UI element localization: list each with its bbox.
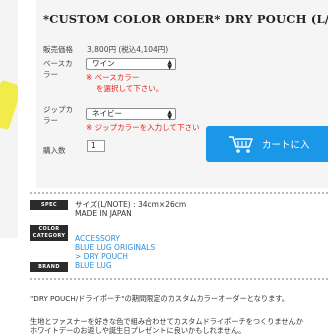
zipper-color-selected: ネイビー	[92, 109, 122, 118]
select-arrows-icon: ▲ ▼	[167, 109, 172, 121]
spec-origin: MADE IN JAPAN	[75, 209, 132, 218]
quantity-input[interactable]: 1	[87, 140, 105, 152]
zipper-color-label-line1: ジップカ	[43, 105, 73, 114]
zipper-color-label: ジップカ ラー	[43, 104, 81, 126]
category-link-blue-lug-originals[interactable]: BLUE LUG ORIGINALS	[75, 243, 155, 252]
zipper-color-label-line2: ラー	[43, 116, 58, 125]
description-line-3: ホワイトデーのお返しや誕生日プレゼントに良いかもしれません。	[30, 326, 246, 334]
base-color-error-line1: ※ ベースカラー	[86, 73, 140, 82]
shopping-cart-icon	[228, 134, 254, 158]
brand-link[interactable]: BLUE LUG	[75, 261, 112, 270]
category-tag: COLOR CATEGORY	[30, 225, 68, 241]
base-color-label-line2: ラー	[43, 70, 58, 79]
divider	[30, 278, 328, 280]
price-label: 販売価格	[43, 45, 73, 54]
add-to-cart-button[interactable]: カートに入	[206, 126, 328, 162]
product-image-yellow-pouch	[0, 79, 18, 131]
base-color-selected: ワイン	[92, 59, 115, 68]
divider	[30, 192, 328, 194]
product-page: *CUSTOM COLOR ORDER* DRY POUCH (L/NO 販売価…	[0, 0, 328, 334]
base-color-label: ベースカ ラー	[43, 58, 81, 80]
base-color-error-line2: を選択して下さい。	[96, 84, 164, 93]
add-to-cart-label: カートに入	[262, 140, 310, 151]
brand-tag: BRAND	[30, 262, 68, 272]
spec-tag: SPEC	[30, 200, 68, 210]
category-link-dry-pouch[interactable]: > DRY POUCH	[75, 252, 128, 261]
category-tag-line1: COLOR	[38, 226, 60, 232]
category-tag-line2: CATEGORY	[32, 233, 66, 239]
product-image[interactable]	[0, 0, 18, 238]
zipper-color-error: ※ ジップカラーを入力して下さい	[86, 123, 200, 132]
description-line-1: "DRY POUCH/ドライポーチ"の期間限定のカスタムカラーオーダーとなります…	[30, 294, 289, 303]
zipper-color-select[interactable]: ネイビー ▲ ▼	[86, 108, 176, 121]
price-value: 3,800円 (税込4,104円)	[87, 45, 169, 54]
category-link-accessory[interactable]: ACCESSORY	[75, 234, 120, 243]
product-title: *CUSTOM COLOR ORDER* DRY POUCH (L/NO	[43, 12, 328, 26]
base-color-label-line1: ベースカ	[43, 59, 73, 68]
quantity-label: 購入数	[43, 146, 66, 155]
spec-size: サイズ(L/NOTE) : 34cm×26cm	[75, 200, 187, 209]
base-color-select[interactable]: ワイン ▲ ▼	[86, 58, 176, 71]
select-arrows-icon: ▲ ▼	[167, 59, 172, 71]
description-line-2: 生地とファスナーを好きな色で組み合わせてカスタムドライポーチをつくりませんか	[30, 317, 303, 326]
base-color-error: ※ ベースカラー を選択して下さい。	[86, 72, 163, 94]
